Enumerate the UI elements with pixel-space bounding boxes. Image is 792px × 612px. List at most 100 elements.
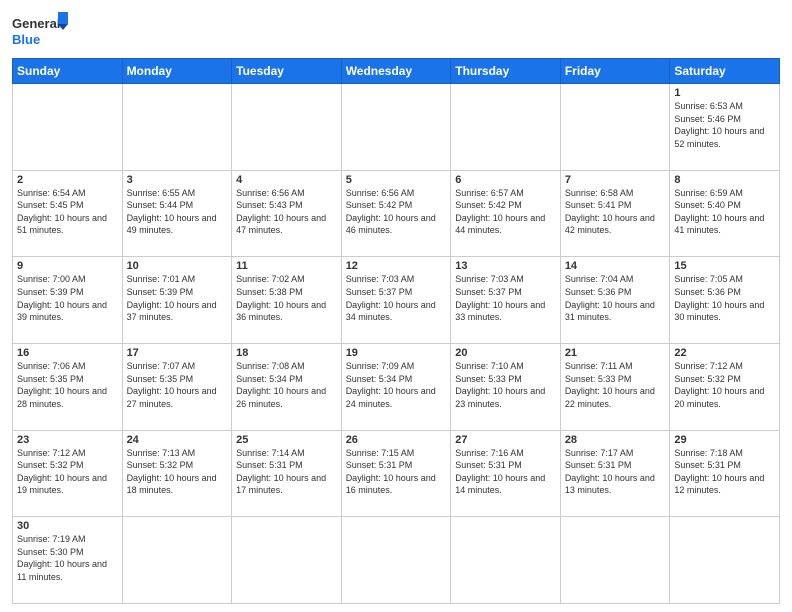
calendar-cell: 9Sunrise: 7:00 AMSunset: 5:39 PMDaylight…	[13, 257, 123, 344]
calendar-cell: 30Sunrise: 7:19 AMSunset: 5:30 PMDayligh…	[13, 517, 123, 604]
calendar-week-5: 30Sunrise: 7:19 AMSunset: 5:30 PMDayligh…	[13, 517, 780, 604]
calendar-cell: 17Sunrise: 7:07 AMSunset: 5:35 PMDayligh…	[122, 343, 232, 430]
calendar-cell	[341, 517, 451, 604]
svg-text:General: General	[12, 16, 60, 31]
day-header-wednesday: Wednesday	[341, 59, 451, 84]
day-number: 25	[236, 434, 337, 446]
day-number: 4	[236, 174, 337, 186]
calendar-week-4: 23Sunrise: 7:12 AMSunset: 5:32 PMDayligh…	[13, 430, 780, 517]
day-number: 26	[346, 434, 447, 446]
header: General Blue	[12, 10, 780, 52]
day-number: 1	[674, 87, 775, 99]
cell-sun-info: Sunrise: 7:15 AMSunset: 5:31 PMDaylight:…	[346, 447, 447, 497]
calendar-cell: 18Sunrise: 7:08 AMSunset: 5:34 PMDayligh…	[232, 343, 342, 430]
day-number: 14	[565, 260, 666, 272]
cell-sun-info: Sunrise: 7:02 AMSunset: 5:38 PMDaylight:…	[236, 273, 337, 323]
day-number: 7	[565, 174, 666, 186]
day-header-saturday: Saturday	[670, 59, 780, 84]
cell-sun-info: Sunrise: 7:19 AMSunset: 5:30 PMDaylight:…	[17, 533, 118, 583]
cell-sun-info: Sunrise: 7:01 AMSunset: 5:39 PMDaylight:…	[127, 273, 228, 323]
day-number: 30	[17, 520, 118, 532]
calendar-cell: 19Sunrise: 7:09 AMSunset: 5:34 PMDayligh…	[341, 343, 451, 430]
calendar-cell: 8Sunrise: 6:59 AMSunset: 5:40 PMDaylight…	[670, 170, 780, 257]
day-number: 9	[17, 260, 118, 272]
day-number: 23	[17, 434, 118, 446]
calendar-cell: 25Sunrise: 7:14 AMSunset: 5:31 PMDayligh…	[232, 430, 342, 517]
day-number: 2	[17, 174, 118, 186]
calendar-cell	[670, 517, 780, 604]
calendar-cell: 2Sunrise: 6:54 AMSunset: 5:45 PMDaylight…	[13, 170, 123, 257]
page: General Blue SundayMondayTuesdayWednesda…	[0, 0, 792, 612]
day-number: 13	[455, 260, 556, 272]
day-number: 3	[127, 174, 228, 186]
calendar-cell	[122, 517, 232, 604]
calendar-cell: 26Sunrise: 7:15 AMSunset: 5:31 PMDayligh…	[341, 430, 451, 517]
cell-sun-info: Sunrise: 7:10 AMSunset: 5:33 PMDaylight:…	[455, 360, 556, 410]
day-header-thursday: Thursday	[451, 59, 561, 84]
calendar-cell: 23Sunrise: 7:12 AMSunset: 5:32 PMDayligh…	[13, 430, 123, 517]
day-number: 24	[127, 434, 228, 446]
calendar-cell: 24Sunrise: 7:13 AMSunset: 5:32 PMDayligh…	[122, 430, 232, 517]
calendar-cell: 22Sunrise: 7:12 AMSunset: 5:32 PMDayligh…	[670, 343, 780, 430]
calendar-cell: 5Sunrise: 6:56 AMSunset: 5:42 PMDaylight…	[341, 170, 451, 257]
cell-sun-info: Sunrise: 6:54 AMSunset: 5:45 PMDaylight:…	[17, 187, 118, 237]
calendar-table: SundayMondayTuesdayWednesdayThursdayFrid…	[12, 58, 780, 604]
calendar-cell: 13Sunrise: 7:03 AMSunset: 5:37 PMDayligh…	[451, 257, 561, 344]
day-number: 19	[346, 347, 447, 359]
cell-sun-info: Sunrise: 6:56 AMSunset: 5:43 PMDaylight:…	[236, 187, 337, 237]
calendar-cell: 27Sunrise: 7:16 AMSunset: 5:31 PMDayligh…	[451, 430, 561, 517]
calendar-header-row: SundayMondayTuesdayWednesdayThursdayFrid…	[13, 59, 780, 84]
cell-sun-info: Sunrise: 7:06 AMSunset: 5:35 PMDaylight:…	[17, 360, 118, 410]
cell-sun-info: Sunrise: 7:14 AMSunset: 5:31 PMDaylight:…	[236, 447, 337, 497]
calendar-cell	[232, 517, 342, 604]
calendar-cell: 15Sunrise: 7:05 AMSunset: 5:36 PMDayligh…	[670, 257, 780, 344]
calendar-cell: 29Sunrise: 7:18 AMSunset: 5:31 PMDayligh…	[670, 430, 780, 517]
cell-sun-info: Sunrise: 6:57 AMSunset: 5:42 PMDaylight:…	[455, 187, 556, 237]
day-header-monday: Monday	[122, 59, 232, 84]
cell-sun-info: Sunrise: 6:58 AMSunset: 5:41 PMDaylight:…	[565, 187, 666, 237]
cell-sun-info: Sunrise: 7:16 AMSunset: 5:31 PMDaylight:…	[455, 447, 556, 497]
calendar-cell	[560, 517, 670, 604]
calendar-cell: 10Sunrise: 7:01 AMSunset: 5:39 PMDayligh…	[122, 257, 232, 344]
cell-sun-info: Sunrise: 6:55 AMSunset: 5:44 PMDaylight:…	[127, 187, 228, 237]
cell-sun-info: Sunrise: 7:03 AMSunset: 5:37 PMDaylight:…	[455, 273, 556, 323]
logo-svg: General Blue	[12, 10, 72, 52]
day-number: 22	[674, 347, 775, 359]
day-number: 21	[565, 347, 666, 359]
day-number: 20	[455, 347, 556, 359]
cell-sun-info: Sunrise: 7:11 AMSunset: 5:33 PMDaylight:…	[565, 360, 666, 410]
day-number: 5	[346, 174, 447, 186]
calendar-week-2: 9Sunrise: 7:00 AMSunset: 5:39 PMDaylight…	[13, 257, 780, 344]
calendar-cell	[232, 84, 342, 171]
day-number: 16	[17, 347, 118, 359]
day-number: 15	[674, 260, 775, 272]
logo: General Blue	[12, 10, 72, 52]
calendar-cell: 14Sunrise: 7:04 AMSunset: 5:36 PMDayligh…	[560, 257, 670, 344]
cell-sun-info: Sunrise: 7:12 AMSunset: 5:32 PMDaylight:…	[17, 447, 118, 497]
calendar-cell: 1Sunrise: 6:53 AMSunset: 5:46 PMDaylight…	[670, 84, 780, 171]
calendar-cell	[13, 84, 123, 171]
calendar-week-0: 1Sunrise: 6:53 AMSunset: 5:46 PMDaylight…	[13, 84, 780, 171]
calendar-week-1: 2Sunrise: 6:54 AMSunset: 5:45 PMDaylight…	[13, 170, 780, 257]
calendar-cell: 3Sunrise: 6:55 AMSunset: 5:44 PMDaylight…	[122, 170, 232, 257]
calendar-cell: 12Sunrise: 7:03 AMSunset: 5:37 PMDayligh…	[341, 257, 451, 344]
calendar-week-3: 16Sunrise: 7:06 AMSunset: 5:35 PMDayligh…	[13, 343, 780, 430]
day-number: 8	[674, 174, 775, 186]
cell-sun-info: Sunrise: 6:56 AMSunset: 5:42 PMDaylight:…	[346, 187, 447, 237]
calendar-cell: 21Sunrise: 7:11 AMSunset: 5:33 PMDayligh…	[560, 343, 670, 430]
cell-sun-info: Sunrise: 7:05 AMSunset: 5:36 PMDaylight:…	[674, 273, 775, 323]
cell-sun-info: Sunrise: 7:08 AMSunset: 5:34 PMDaylight:…	[236, 360, 337, 410]
svg-text:Blue: Blue	[12, 32, 40, 47]
day-number: 10	[127, 260, 228, 272]
cell-sun-info: Sunrise: 6:53 AMSunset: 5:46 PMDaylight:…	[674, 100, 775, 150]
day-number: 18	[236, 347, 337, 359]
day-number: 17	[127, 347, 228, 359]
calendar-cell	[560, 84, 670, 171]
cell-sun-info: Sunrise: 7:00 AMSunset: 5:39 PMDaylight:…	[17, 273, 118, 323]
calendar-cell	[451, 517, 561, 604]
calendar-cell	[341, 84, 451, 171]
cell-sun-info: Sunrise: 6:59 AMSunset: 5:40 PMDaylight:…	[674, 187, 775, 237]
cell-sun-info: Sunrise: 7:12 AMSunset: 5:32 PMDaylight:…	[674, 360, 775, 410]
cell-sun-info: Sunrise: 7:09 AMSunset: 5:34 PMDaylight:…	[346, 360, 447, 410]
calendar-cell: 20Sunrise: 7:10 AMSunset: 5:33 PMDayligh…	[451, 343, 561, 430]
